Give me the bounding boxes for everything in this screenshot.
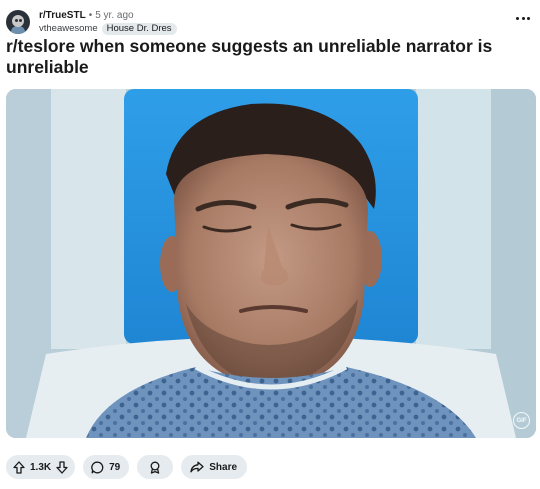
right-panel-highlight — [416, 89, 491, 349]
more-dot — [516, 16, 519, 20]
award-button[interactable] — [137, 455, 174, 479]
share-arrow-glyph — [190, 461, 204, 473]
avatar-eye-left — [15, 19, 18, 22]
user-flair: House Dr. Dres — [101, 22, 177, 35]
gif-badge: GIF — [513, 412, 530, 429]
upvote-arrow-glyph — [13, 460, 25, 474]
gif-frame-illustration — [6, 89, 536, 438]
post-meta-top: r/TrueSTL • 5 yr. ago — [39, 10, 177, 22]
post-age: 5 yr. ago — [95, 9, 134, 21]
subreddit-avatar[interactable] — [6, 10, 30, 34]
post-card: r/TrueSTL • 5 yr. ago vtheawesome House … — [0, 0, 540, 489]
comment-bubble-glyph — [91, 461, 104, 473]
share-arrow-icon — [190, 461, 204, 473]
post-title[interactable]: r/teslore when someone suggests an unrel… — [6, 36, 506, 78]
comment-bubble-icon — [91, 461, 104, 474]
more-options-icon[interactable] — [516, 15, 530, 21]
comment-count: 79 — [109, 461, 121, 473]
upvote-arrow-icon[interactable] — [13, 460, 25, 474]
downvote-arrow-icon[interactable] — [56, 460, 68, 474]
award-glyph — [150, 461, 160, 474]
share-button[interactable]: Share — [181, 455, 248, 479]
left-panel-highlight — [51, 89, 126, 349]
comments-button[interactable]: 79 — [83, 455, 130, 479]
post-header: r/TrueSTL • 5 yr. ago vtheawesome House … — [6, 9, 177, 35]
post-media-gif[interactable]: GIF — [6, 89, 536, 438]
avatar-face — [12, 15, 24, 27]
post-meta: r/TrueSTL • 5 yr. ago vtheawesome House … — [39, 10, 177, 35]
avatar-eye-right — [19, 19, 22, 22]
author-link[interactable]: vtheawesome — [39, 23, 98, 35]
subreddit-link[interactable]: r/TrueSTL — [39, 10, 86, 22]
share-label: Share — [209, 461, 238, 473]
more-dot — [521, 16, 525, 20]
avatar-body — [11, 26, 25, 34]
post-actions: 1.3K 79 Share — [6, 455, 255, 479]
post-meta-bottom: vtheawesome House Dr. Dres — [39, 22, 177, 35]
more-dot — [527, 16, 530, 20]
meta-separator: • — [88, 9, 93, 21]
vote-control: 1.3K — [6, 455, 76, 479]
downvote-arrow-glyph — [56, 460, 68, 474]
vote-count: 1.3K — [30, 461, 52, 473]
award-icon — [149, 461, 161, 474]
